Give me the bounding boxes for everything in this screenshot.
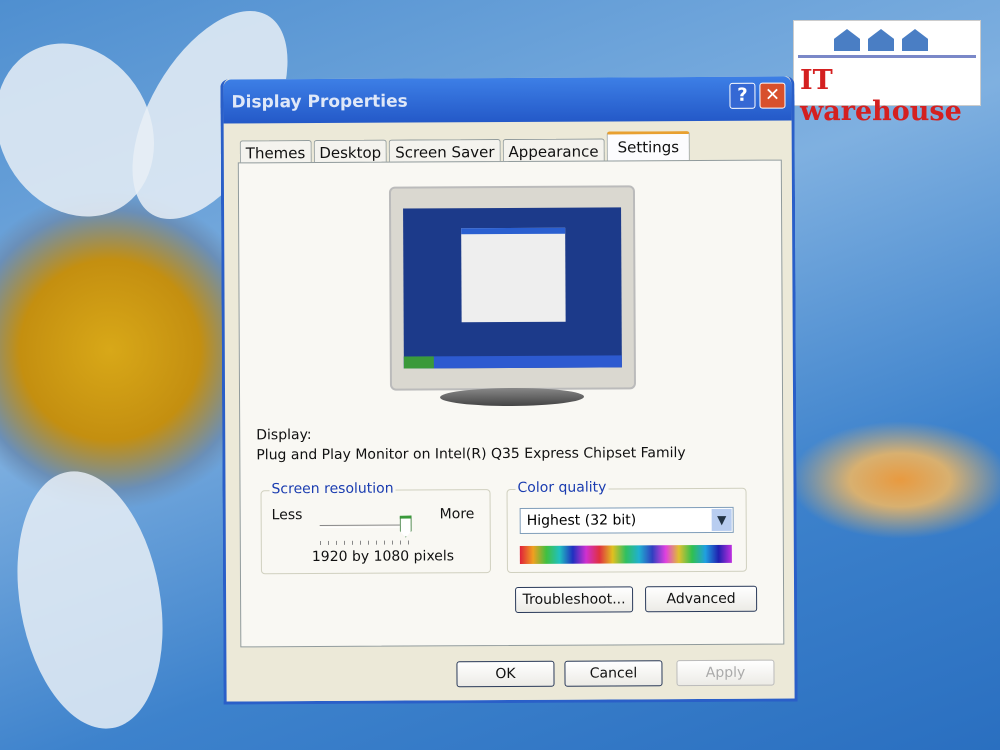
monitor-preview xyxy=(388,185,636,391)
slider-ticks xyxy=(319,540,410,545)
color-quality-group: Color quality Highest (32 bit) ▼ xyxy=(506,479,747,574)
display-properties-dialog: Display Properties ? ✕ Themes Desktop Sc… xyxy=(220,76,798,705)
settings-panel: Display: Plug and Play Monitor on Intel(… xyxy=(237,159,785,648)
help-button[interactable]: ? xyxy=(729,82,756,109)
less-label: Less xyxy=(271,507,303,524)
monitor-stand xyxy=(439,387,585,407)
troubleshoot-button[interactable]: Troubleshoot... xyxy=(515,586,634,613)
display-label: Display: xyxy=(256,427,312,444)
resolution-slider-thumb[interactable] xyxy=(400,516,412,538)
screen-resolution-title: Screen resolution xyxy=(269,480,396,498)
screen-resolution-group: Screen resolution Less More 1920 by 1080… xyxy=(260,480,491,575)
dialog-title: Display Properties xyxy=(231,91,408,113)
cancel-button[interactable]: Cancel xyxy=(564,660,663,687)
color-spectrum-bar xyxy=(519,544,732,564)
it-warehouse-logo: IT warehouse xyxy=(793,20,981,127)
display-device: Plug and Play Monitor on Intel(R) Q35 Ex… xyxy=(256,445,686,464)
resolution-slider[interactable] xyxy=(319,524,410,528)
more-label: More xyxy=(439,506,475,523)
resolution-value: 1920 by 1080 pixels xyxy=(311,548,455,566)
advanced-button[interactable]: Advanced xyxy=(645,585,758,613)
monitor-screen xyxy=(403,207,622,369)
ok-button[interactable]: OK xyxy=(456,660,555,688)
color-quality-select[interactable]: Highest (32 bit) ▼ xyxy=(519,506,734,534)
close-button[interactable]: ✕ xyxy=(759,82,786,109)
title-bar[interactable]: Display Properties ? ✕ xyxy=(223,76,792,124)
chevron-down-icon[interactable]: ▼ xyxy=(711,508,732,531)
flower-petal xyxy=(0,459,182,741)
color-quality-value: Highest (32 bit) xyxy=(526,512,637,529)
apply-button[interactable]: Apply xyxy=(676,659,775,687)
color-quality-title: Color quality xyxy=(515,479,609,496)
logo-text: IT warehouse xyxy=(800,65,962,127)
